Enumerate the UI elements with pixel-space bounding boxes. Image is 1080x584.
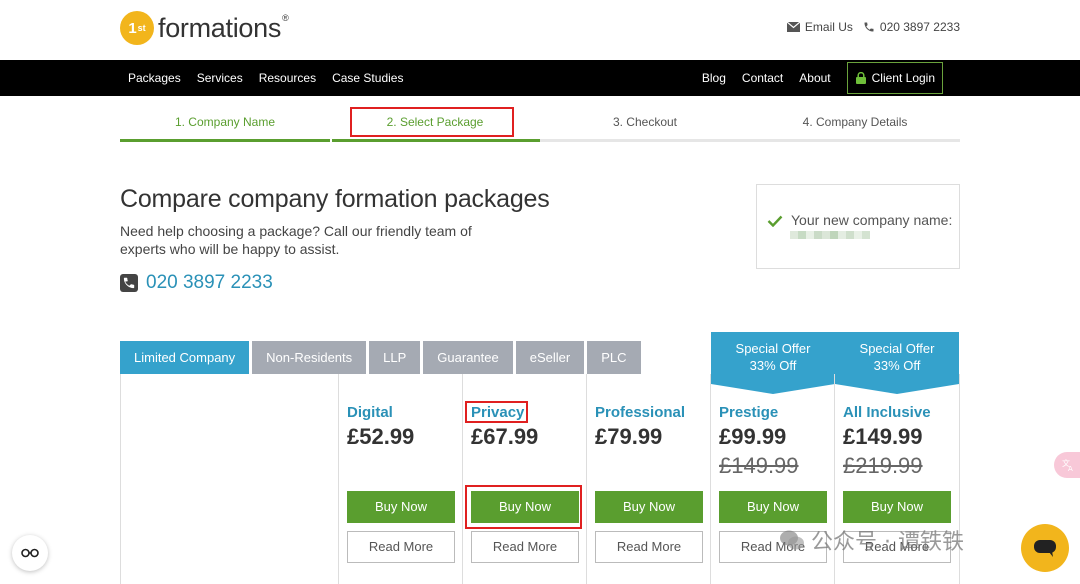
translate-icon: 文A [1062, 458, 1073, 472]
nav-item-about[interactable]: About [799, 71, 830, 85]
step-progress-bar [540, 139, 750, 142]
chat-widget-button[interactable] [1021, 524, 1069, 572]
nav-item-contact[interactable]: Contact [742, 71, 783, 85]
step-company-name[interactable]: 1. Company Name [120, 108, 330, 142]
site-header: 1st formations® Email Us 020 3897 2233 [0, 0, 1080, 60]
logo-badge: 1st [120, 11, 154, 45]
logo-number: 1 [128, 19, 137, 37]
read-more-button-privacy[interactable]: Read More [471, 531, 579, 563]
email-us-link[interactable]: Email Us [786, 20, 853, 34]
client-login-label: Client Login [871, 71, 935, 85]
logo-registered-mark: ® [282, 12, 289, 23]
page-subtitle: Need help choosing a package? Call our f… [120, 223, 472, 257]
buy-now-button-all-inclusive[interactable]: Buy Now [843, 491, 951, 523]
company-type-tabs: Limited Company Non-Residents LLP Guaran… [120, 341, 641, 374]
package-column-digital: Digital £52.99 Buy Now Read More [338, 374, 462, 584]
buy-now-button-prestige[interactable]: Buy Now [719, 491, 827, 523]
package-name: All Inclusive [843, 404, 931, 421]
package-price: £99.99 [719, 424, 787, 449]
logo-word: formations® [158, 12, 289, 43]
package-price: £67.99 [471, 424, 539, 449]
company-name-label: Your new company name: [791, 212, 953, 228]
package-column-professional: Professional £79.99 Buy Now Read More [586, 374, 710, 584]
package-price: £79.99 [595, 424, 663, 449]
nav-item-packages[interactable]: Packages [128, 71, 181, 85]
tab-non-residents[interactable]: Non-Residents [252, 341, 367, 374]
step-progress-bar [332, 139, 540, 142]
read-more-button-professional[interactable]: Read More [595, 531, 703, 563]
tab-guarantee[interactable]: Guarantee [423, 341, 513, 374]
step-company-details[interactable]: 4. Company Details [750, 108, 960, 142]
package-name: Professional [595, 404, 686, 421]
highlight-box-privacy-buy [465, 485, 582, 529]
nav-item-blog[interactable]: Blog [702, 71, 726, 85]
nav-right: Blog Contact About Client Login [702, 60, 943, 96]
buy-now-button-professional[interactable]: Buy Now [595, 491, 703, 523]
svg-text:A: A [1068, 465, 1073, 472]
read-more-button-digital[interactable]: Read More [347, 531, 455, 563]
highlight-box-privacy-name [465, 401, 528, 423]
checkout-steps: 1. Company Name 2. Select Package 3. Che… [120, 108, 960, 142]
phone-square-icon [120, 274, 138, 292]
logo-suffix: st [137, 23, 146, 33]
translate-widget-tab[interactable]: 文A [1054, 452, 1080, 478]
nav-left: Packages Services Resources Case Studies [128, 60, 403, 96]
page-title: Compare company formation packages [120, 185, 550, 213]
package-name: Digital [347, 404, 393, 421]
help-phone[interactable]: 020 3897 2233 [120, 272, 273, 294]
header-phone-number: 020 3897 2233 [879, 20, 960, 34]
nav-item-resources[interactable]: Resources [259, 71, 316, 85]
step-checkout[interactable]: 3. Checkout [540, 108, 750, 142]
tab-limited-company[interactable]: Limited Company [120, 341, 250, 374]
package-old-price: £219.99 [843, 453, 923, 478]
logo[interactable]: 1st formations® [120, 11, 289, 45]
highlight-box-select-package [350, 107, 514, 137]
chat-icon [1034, 540, 1056, 557]
tab-llp[interactable]: LLP [369, 341, 421, 374]
glasses-widget-button[interactable] [12, 535, 48, 571]
nav-item-case-studies[interactable]: Case Studies [332, 71, 403, 85]
client-login-button[interactable]: Client Login [846, 62, 943, 94]
envelope-icon [786, 22, 800, 32]
email-us-label: Email Us [804, 20, 853, 34]
company-name-panel: Your new company name: [756, 184, 960, 269]
tab-plc[interactable]: PLC [587, 341, 641, 374]
step-progress-bar [120, 139, 330, 142]
header-contact: Email Us 020 3897 2233 [786, 20, 960, 34]
package-price: £149.99 [843, 424, 923, 449]
package-price: £52.99 [347, 424, 415, 449]
wechat-icon [780, 530, 804, 550]
main-nav: Packages Services Resources Case Studies… [0, 60, 1080, 96]
company-name-blurred [790, 231, 870, 239]
header-phone-link[interactable]: 020 3897 2233 [863, 20, 960, 34]
check-icon [767, 215, 783, 227]
glasses-icon [21, 548, 39, 558]
package-old-price: £149.99 [719, 453, 799, 478]
step-progress-bar [750, 139, 960, 142]
help-phone-number: 020 3897 2233 [146, 272, 273, 293]
phone-icon [864, 22, 874, 32]
buy-now-button-digital[interactable]: Buy Now [347, 491, 455, 523]
lock-icon [855, 72, 866, 84]
watermark: 公众号 · 谭铁铁 [779, 524, 964, 556]
package-name: Prestige [719, 404, 779, 421]
watermark-text: 公众号 · 谭铁铁 [811, 530, 964, 555]
nav-item-services[interactable]: Services [197, 71, 243, 85]
tab-eseller[interactable]: eSeller [515, 341, 585, 374]
